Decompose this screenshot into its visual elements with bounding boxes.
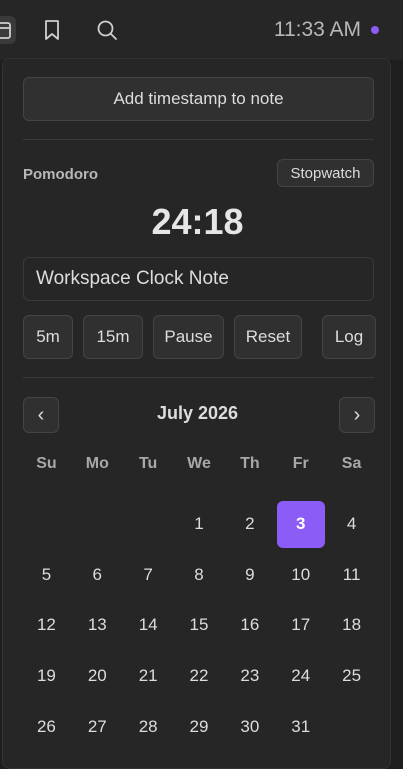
calendar-icon[interactable] xyxy=(0,16,16,44)
day-cell[interactable]: 18 xyxy=(326,600,377,651)
selected-day-cell[interactable]: 3 xyxy=(275,499,326,550)
day-cell[interactable]: 29 xyxy=(174,701,225,752)
day-number: 31 xyxy=(291,716,311,736)
day-cell[interactable]: 12 xyxy=(21,600,72,651)
day-number: 16 xyxy=(240,615,260,635)
day-cell[interactable]: 13 xyxy=(72,600,123,651)
day-number: 8 xyxy=(194,564,204,584)
day-cell[interactable]: 23 xyxy=(224,651,275,702)
day-cell[interactable]: 14 xyxy=(123,600,174,651)
day-number: 26 xyxy=(36,716,56,736)
day-cell[interactable]: 30 xyxy=(224,701,275,752)
calendar-grid: 1 2 3 4 5 6 7 8 9 10 11 12 13 14 15 16 17 18 19 20 21 22 23 24 2… xyxy=(21,499,377,752)
day-cell[interactable]: 22 xyxy=(174,651,225,702)
fifteen-minute-button[interactable]: 15m xyxy=(83,315,143,359)
weekday-label: Tu xyxy=(138,455,158,472)
search-icon[interactable] xyxy=(93,16,121,44)
day-number: 14 xyxy=(138,615,158,635)
next-month-button[interactable]: › xyxy=(339,397,375,433)
day-number: 10 xyxy=(291,564,311,584)
bookmark-icon[interactable] xyxy=(38,16,66,44)
empty-day-cell xyxy=(72,499,123,550)
day-number: 15 xyxy=(189,615,209,635)
day-number: 7 xyxy=(143,564,153,584)
clock-panel: Add timestamp to note Pomodoro Stopwatch… xyxy=(2,58,391,769)
log-button[interactable]: Log xyxy=(322,315,376,359)
day-cell[interactable]: 26 xyxy=(21,701,72,752)
day-number: 11 xyxy=(342,564,361,584)
day-number: 17 xyxy=(291,615,311,635)
day-cell[interactable]: 5 xyxy=(21,550,72,601)
day-number: 25 xyxy=(342,666,362,686)
day-number: 2 xyxy=(245,514,255,534)
day-cell[interactable]: 21 xyxy=(123,651,174,702)
note-name-input[interactable] xyxy=(23,257,374,301)
day-number: 6 xyxy=(92,564,103,584)
day-cell[interactable]: 19 xyxy=(21,651,72,702)
day-cell[interactable]: 2 xyxy=(224,499,275,550)
top-toolbar: 11:33 AM xyxy=(0,0,403,60)
day-cell[interactable]: 6 xyxy=(72,550,123,601)
day-number: 3 xyxy=(276,500,325,548)
day-number: 1 xyxy=(194,514,204,534)
day-cell[interactable]: 11 xyxy=(326,550,377,601)
day-cell[interactable]: 8 xyxy=(174,550,225,601)
day-number: 23 xyxy=(240,666,260,686)
day-number: 18 xyxy=(342,615,362,635)
empty-day-cell xyxy=(123,499,174,550)
day-number: 4 xyxy=(346,514,357,534)
day-cell[interactable]: 27 xyxy=(72,701,123,752)
day-number: 13 xyxy=(87,615,107,635)
day-number: 29 xyxy=(189,716,209,736)
day-number: 30 xyxy=(240,716,260,736)
stopwatch-button[interactable]: Stopwatch xyxy=(277,159,374,187)
pause-button[interactable]: Pause xyxy=(153,315,224,359)
weekday-label: Su xyxy=(36,455,57,472)
day-number: 27 xyxy=(87,716,107,736)
day-cell[interactable]: 4 xyxy=(326,499,377,550)
day-cell[interactable]: 25 xyxy=(326,651,377,702)
timer-display: 24:18 xyxy=(151,201,244,242)
day-number: 20 xyxy=(87,666,107,686)
day-number: 19 xyxy=(36,666,56,686)
day-cell[interactable]: 17 xyxy=(275,600,326,651)
status-dot xyxy=(371,26,379,34)
clock-time: 11:33 AM xyxy=(273,18,361,41)
day-cell[interactable]: 28 xyxy=(123,701,174,752)
day-cell[interactable]: 7 xyxy=(123,550,174,601)
day-number: 24 xyxy=(291,666,311,686)
day-cell[interactable]: 16 xyxy=(224,600,275,651)
day-cell[interactable]: 20 xyxy=(72,651,123,702)
day-cell[interactable]: 10 xyxy=(275,550,326,601)
month-title: July 2026 xyxy=(156,403,239,423)
reset-button[interactable]: Reset xyxy=(234,315,302,359)
day-cell[interactable]: 31 xyxy=(275,701,326,752)
day-number: 21 xyxy=(138,666,158,686)
day-number: 22 xyxy=(189,666,209,686)
day-number: 12 xyxy=(36,615,56,635)
day-number: 5 xyxy=(41,564,52,584)
pomodoro-label: Pomodoro xyxy=(23,166,98,183)
day-cell[interactable]: 15 xyxy=(174,600,225,651)
weekday-label: Sa xyxy=(341,455,362,472)
day-cell[interactable]: 1 xyxy=(174,499,225,550)
empty-day-cell xyxy=(21,499,72,550)
day-cell[interactable]: 24 xyxy=(275,651,326,702)
divider xyxy=(23,139,374,140)
weekday-label: Th xyxy=(240,455,260,472)
day-number: 28 xyxy=(138,716,158,736)
five-minute-button[interactable]: 5m xyxy=(23,315,73,359)
weekday-label: Fr xyxy=(292,455,309,472)
weekday-header: Su Mo Tu We Th Fr Sa xyxy=(21,455,377,473)
add-timestamp-button[interactable]: Add timestamp to note xyxy=(23,77,374,121)
day-number: 9 xyxy=(245,564,255,584)
day-cell[interactable]: 9 xyxy=(224,550,275,601)
divider xyxy=(23,377,374,378)
weekday-label: Mo xyxy=(85,455,109,472)
weekday-label: We xyxy=(187,455,211,472)
